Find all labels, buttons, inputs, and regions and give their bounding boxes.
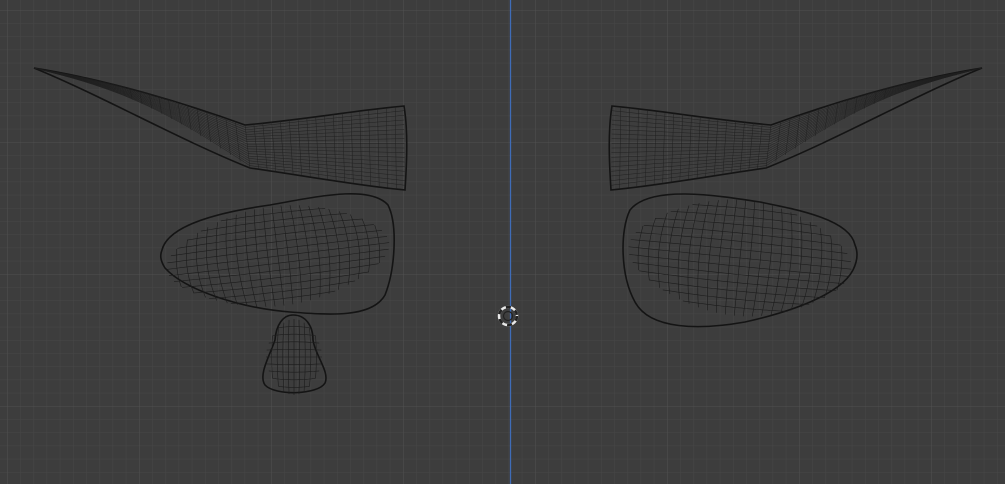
viewport-canvas[interactable] — [0, 0, 1005, 484]
3d-viewport[interactable] — [0, 0, 1005, 484]
